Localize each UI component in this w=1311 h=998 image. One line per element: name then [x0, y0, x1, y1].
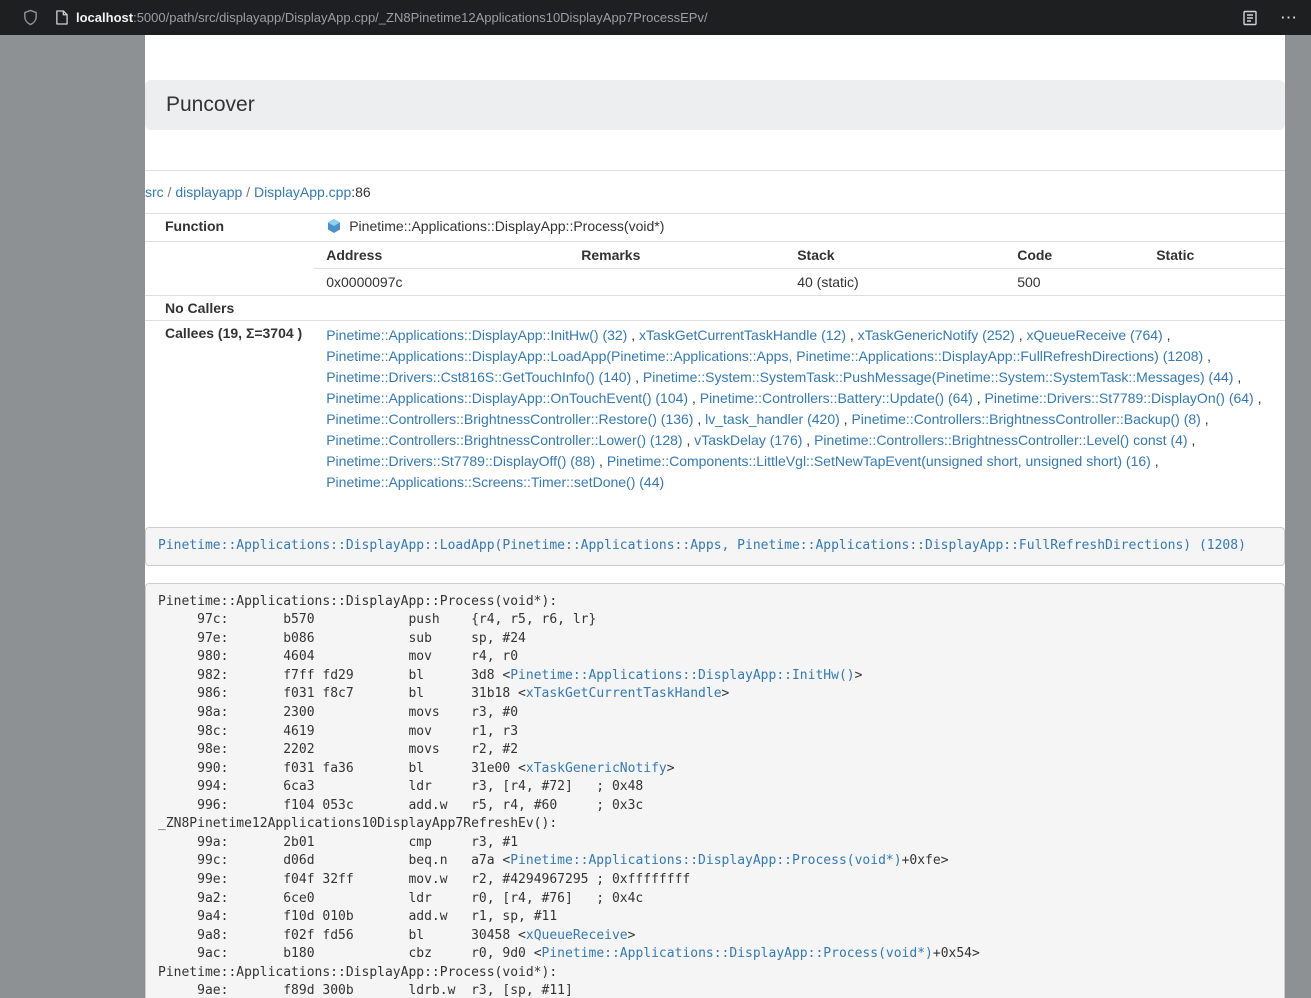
callee-separator: , [846, 327, 858, 343]
callee-separator: , [1151, 453, 1159, 469]
table-row: 0x0000097c 40 (static) 500 [314, 269, 1285, 296]
callee-separator: , [840, 411, 852, 427]
callee-separator: , [683, 432, 695, 448]
function-icon [326, 218, 342, 237]
stats-table: Address Remarks Stack Code Static 0x0000… [314, 242, 1285, 295]
breadcrumb: src / displayapp / DisplayApp.cpp:86 [145, 184, 1285, 200]
assembly-symbol-link[interactable]: Pinetime::Applications::DisplayApp::Proc… [510, 853, 901, 868]
callee-link[interactable]: xTaskGenericNotify (252) [858, 327, 1015, 343]
callee-link[interactable]: Pinetime::Controllers::BrightnessControl… [851, 411, 1200, 427]
callee-separator: , [1254, 390, 1262, 406]
callee-separator: , [1201, 411, 1209, 427]
address-value: 0x0000097c [314, 269, 569, 296]
callees-list: Pinetime::Applications::DisplayApp::Init… [314, 321, 1285, 503]
breadcrumb-link[interactable]: DisplayApp.cpp [254, 184, 351, 200]
stats-cell: Address Remarks Stack Code Static 0x0000… [314, 242, 1285, 296]
browser-topbar: localhost:5000/path/src/displayapp/Displ… [0, 0, 1311, 35]
callee-link[interactable]: Pinetime::System::SystemTask::PushMessag… [643, 369, 1234, 385]
callee-separator: , [802, 432, 814, 448]
column-header-address: Address [314, 242, 569, 269]
highlighted-symbol-link[interactable]: Pinetime::Applications::DisplayApp::Load… [158, 538, 1246, 553]
callee-link[interactable]: Pinetime::Applications::DisplayApp::Load… [326, 348, 1203, 364]
highlighted-symbol-box: Pinetime::Applications::DisplayApp::Load… [145, 527, 1285, 566]
callee-link[interactable]: Pinetime::Applications::DisplayApp::Init… [326, 327, 627, 343]
page-icon[interactable] [55, 10, 68, 25]
callee-link[interactable]: Pinetime::Controllers::BrightnessControl… [326, 432, 682, 448]
url-path: :5000/path/src/displayapp/DisplayApp.cpp… [133, 10, 708, 25]
callee-separator: , [627, 327, 639, 343]
assembly-symbol-link[interactable]: xQueueReceive [526, 928, 628, 943]
function-table: Function Pinetime::Applications::Display… [145, 213, 1285, 502]
callee-separator: , [595, 453, 607, 469]
page-title: Puncover [166, 93, 1264, 117]
breadcrumb-link[interactable]: src [145, 184, 164, 200]
jumbotron: Puncover [145, 80, 1285, 130]
callee-link[interactable]: Pinetime::Drivers::St7789::DisplayOff() … [326, 453, 595, 469]
divider [145, 170, 1285, 171]
column-header-static: Static [1144, 242, 1285, 269]
callee-link[interactable]: Pinetime::Controllers::BrightnessControl… [326, 411, 693, 427]
url-host: localhost [76, 10, 133, 25]
callee-link[interactable]: Pinetime::Applications::DisplayApp::OnTo… [326, 390, 688, 406]
assembly-symbol-link[interactable]: xTaskGetCurrentTaskHandle [526, 686, 722, 701]
overflow-menu-icon[interactable]: ⋯ [1280, 9, 1299, 26]
callee-link[interactable]: Pinetime::Drivers::St7789::DisplayOn() (… [985, 390, 1254, 406]
callee-separator: , [1203, 348, 1211, 364]
callee-separator: , [1233, 369, 1241, 385]
callee-separator: , [973, 390, 985, 406]
remarks-value [569, 269, 785, 296]
function-name-cell: Pinetime::Applications::DisplayApp::Proc… [314, 214, 1285, 242]
callee-link[interactable]: xTaskGetCurrentTaskHandle (12) [639, 327, 846, 343]
column-header-code: Code [1005, 242, 1144, 269]
table-row: No Callers [145, 296, 1285, 321]
static-value [1144, 269, 1285, 296]
function-name: Pinetime::Applications::DisplayApp::Proc… [349, 218, 664, 234]
callee-link[interactable]: Pinetime::Applications::Screens::Timer::… [326, 474, 664, 490]
breadcrumb-separator: / [242, 184, 254, 200]
code-value: 500 [1005, 269, 1144, 296]
assembly-listing: Pinetime::Applications::DisplayApp::Proc… [145, 583, 1285, 998]
callee-link[interactable]: Pinetime::Controllers::Battery::Update()… [700, 390, 973, 406]
callee-separator: , [688, 390, 700, 406]
column-header-stack: Stack [785, 242, 1005, 269]
page-container: Puncover src / displayapp / DisplayApp.c… [145, 35, 1285, 998]
table-row: Function Pinetime::Applications::Display… [145, 214, 1285, 242]
assembly-symbol-link[interactable]: Pinetime::Applications::DisplayApp::Proc… [542, 946, 933, 961]
no-callers-label: No Callers [145, 296, 314, 321]
shield-icon[interactable] [22, 9, 39, 26]
callee-link[interactable]: Pinetime::Components::LittleVgl::SetNewT… [607, 453, 1151, 469]
callee-link[interactable]: Pinetime::Controllers::BrightnessControl… [814, 432, 1187, 448]
reader-view-icon[interactable] [1242, 10, 1258, 26]
callee-link[interactable]: Pinetime::Drivers::Cst816S::GetTouchInfo… [326, 369, 631, 385]
callee-separator: , [1015, 327, 1027, 343]
breadcrumb-link[interactable]: displayapp [175, 184, 242, 200]
assembly-symbol-link[interactable]: xTaskGenericNotify [526, 761, 667, 776]
function-label: Function [145, 214, 314, 242]
table-row: Address Remarks Stack Code Static 0x0000… [145, 242, 1285, 296]
table-row: Address Remarks Stack Code Static [314, 242, 1285, 269]
callees-label: Callees (19, Σ=3704 ) [145, 321, 314, 503]
callee-separator: , [1188, 432, 1196, 448]
column-header-remarks: Remarks [569, 242, 785, 269]
callee-link[interactable]: lv_task_handler (420) [705, 411, 840, 427]
callee-separator: , [631, 369, 643, 385]
stats-row-label [145, 242, 314, 296]
breadcrumb-separator: / [164, 184, 176, 200]
callee-link[interactable]: xQueueReceive (764) [1027, 327, 1163, 343]
url-bar[interactable]: localhost:5000/path/src/displayapp/Displ… [55, 10, 1242, 25]
stack-value: 40 (static) [785, 269, 1005, 296]
callee-separator: , [1163, 327, 1171, 343]
callee-link[interactable]: vTaskDelay (176) [694, 432, 802, 448]
assembly-symbol-link[interactable]: Pinetime::Applications::DisplayApp::Init… [510, 668, 854, 683]
callers-cell [314, 296, 1285, 321]
table-row: Callees (19, Σ=3704 ) Pinetime::Applicat… [145, 321, 1285, 503]
breadcrumb-line-number: :86 [351, 184, 370, 200]
callee-separator: , [693, 411, 705, 427]
